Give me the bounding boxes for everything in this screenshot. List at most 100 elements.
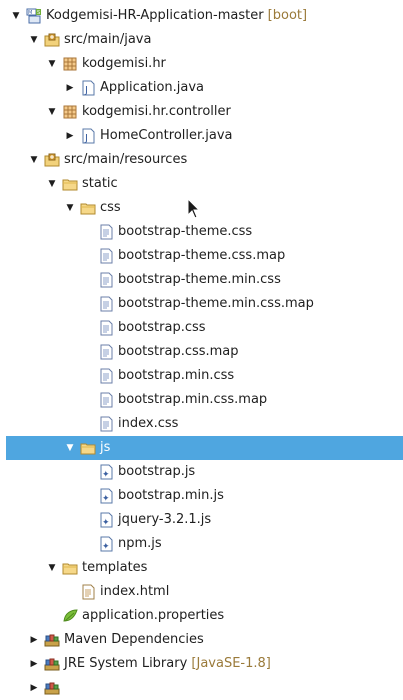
tree-item[interactable]: bootstrap.min.css.map: [0, 388, 403, 412]
tree-item-label: index.css: [118, 412, 178, 436]
tree-item-label: kodgemisi.hr: [82, 52, 166, 76]
tree-item-name: JRE System Library: [64, 656, 188, 671]
tree-item-name: bootstrap.min.js: [118, 488, 224, 503]
tree-item-name: bootstrap.min.css: [118, 368, 235, 383]
folder-icon: [80, 200, 96, 216]
chevron-right-icon[interactable]: ▶: [28, 628, 40, 652]
tree-item-label: bootstrap.css: [118, 316, 206, 340]
tree-item[interactable]: bootstrap-theme.min.css: [0, 268, 403, 292]
tree-item[interactable]: ▼ M S Kodgemisi-HR-Application-master [boot…: [0, 4, 403, 28]
svg-text:✦: ✦: [102, 494, 110, 504]
tree-item-label: index.html: [100, 580, 169, 604]
chevron-right-icon[interactable]: ▶: [28, 676, 40, 700]
chevron-down-icon[interactable]: ▼: [46, 52, 58, 76]
tree-item-label: bootstrap.min.css.map: [118, 388, 267, 412]
tree-item-name: bootstrap-theme.min.css: [118, 272, 281, 287]
tree-item-name: bootstrap-theme.min.css.map: [118, 296, 314, 311]
tree-item[interactable]: ▶ Maven Dependencies: [0, 628, 403, 652]
package-icon: [62, 104, 78, 120]
tree-item-name: js: [100, 440, 111, 455]
tree-item[interactable]: ▼ src/main/resources: [0, 148, 403, 172]
tree-item[interactable]: index.css: [0, 412, 403, 436]
text-file-icon: [98, 248, 114, 264]
svg-text:S: S: [37, 10, 40, 16]
tree-item-label: bootstrap-theme.css: [118, 220, 252, 244]
tree-item-name: bootstrap.js: [118, 464, 196, 479]
tree-item[interactable]: bootstrap.css: [0, 316, 403, 340]
tree-item[interactable]: ▼ css: [0, 196, 403, 220]
tree-item[interactable]: ✦ npm.js: [0, 532, 403, 556]
library-icon: [44, 656, 60, 672]
tree-item[interactable]: ▶ J Application.java: [0, 76, 403, 100]
tree-item-label: bootstrap.min.js: [118, 484, 224, 508]
tree-item[interactable]: ✦ jquery-3.2.1.js: [0, 508, 403, 532]
text-file-icon: [98, 224, 114, 240]
tree-item[interactable]: ▼ src/main/java: [0, 28, 403, 52]
tree-item[interactable]: ▼ templates: [0, 556, 403, 580]
tree-item-name: index.css: [118, 416, 179, 431]
chevron-down-icon[interactable]: ▼: [10, 4, 22, 28]
tree-item[interactable]: ▶ JRE System Library [JavaSE-1.8]: [0, 652, 403, 676]
tree-item-name: npm.js: [118, 536, 162, 551]
tree-item-name: jquery-3.2.1.js: [118, 512, 212, 527]
svg-text:✦: ✦: [102, 518, 110, 528]
tree-item[interactable]: bootstrap-theme.min.css.map: [0, 292, 403, 316]
library-icon: [44, 632, 60, 648]
tree-item-label: bootstrap.css.map: [118, 340, 239, 364]
tree-item[interactable]: ▼ kodgemisi.hr: [0, 52, 403, 76]
tree-item-label: jquery-3.2.1.js: [118, 508, 211, 532]
js-file-icon: ✦: [98, 512, 114, 528]
tree-item[interactable]: ▼ static: [0, 172, 403, 196]
tree-item-label: bootstrap-theme.min.css: [118, 268, 281, 292]
tree-item[interactable]: ▶: [0, 676, 403, 700]
chevron-right-icon[interactable]: ▶: [64, 124, 76, 148]
js-file-icon: ✦: [98, 536, 114, 552]
tree-item-name: bootstrap.min.css.map: [118, 392, 268, 407]
tree-item[interactable]: bootstrap.min.css: [0, 364, 403, 388]
source-folder-icon: [44, 152, 60, 168]
tree-item-decoration: [JavaSE-1.8]: [187, 656, 271, 671]
tree-item-name: kodgemisi.hr: [82, 56, 166, 71]
tree-item[interactable]: ✦ bootstrap.js: [0, 460, 403, 484]
tree-item[interactable]: bootstrap-theme.css: [0, 220, 403, 244]
tree-item[interactable]: ▶ J HomeController.java: [0, 124, 403, 148]
tree-item-name: Application.java: [100, 80, 205, 95]
tree-item-label: application.properties: [82, 604, 224, 628]
svg-text:J: J: [84, 85, 88, 96]
tree-item[interactable]: application.properties: [0, 604, 403, 628]
tree-item-name: bootstrap.css: [118, 320, 206, 335]
chevron-down-icon[interactable]: ▼: [28, 28, 40, 52]
js-file-icon: ✦: [98, 488, 114, 504]
svg-text:J: J: [84, 133, 88, 144]
tree-item-label: js: [100, 436, 110, 460]
chevron-right-icon[interactable]: ▶: [64, 76, 76, 100]
tree-item-label: JRE System Library [JavaSE-1.8]: [64, 652, 271, 676]
tree-item[interactable]: index.html: [0, 580, 403, 604]
folder-icon: [80, 440, 96, 456]
chevron-down-icon[interactable]: ▼: [46, 172, 58, 196]
text-file-icon: [98, 368, 114, 384]
svg-text:✦: ✦: [102, 470, 110, 480]
tree-item-label: bootstrap.min.css: [118, 364, 234, 388]
chevron-down-icon[interactable]: ▼: [64, 196, 76, 220]
tree-item-label: bootstrap-theme.css.map: [118, 244, 285, 268]
tree-item[interactable]: bootstrap-theme.css.map: [0, 244, 403, 268]
svg-text:M: M: [28, 10, 32, 16]
chevron-down-icon[interactable]: ▼: [28, 148, 40, 172]
tree-item[interactable]: ▼ kodgemisi.hr.controller: [0, 100, 403, 124]
chevron-down-icon[interactable]: ▼: [64, 436, 76, 460]
properties-file-icon: [62, 608, 78, 624]
js-file-icon: ✦: [98, 464, 114, 480]
tree-item-label: templates: [82, 556, 147, 580]
chevron-down-icon[interactable]: ▼: [46, 100, 58, 124]
tree-item-name: bootstrap.css.map: [118, 344, 239, 359]
tree-item-name: src/main/resources: [64, 152, 188, 167]
chevron-down-icon[interactable]: ▼: [46, 556, 58, 580]
java-file-icon: J: [80, 80, 96, 96]
tree-item-decoration: [boot]: [263, 8, 308, 23]
tree-item-name: HomeController.java: [100, 128, 233, 143]
tree-item[interactable]: bootstrap.css.map: [0, 340, 403, 364]
tree-item[interactable]: ▼ js: [6, 436, 403, 460]
tree-item[interactable]: ✦ bootstrap.min.js: [0, 484, 403, 508]
chevron-right-icon[interactable]: ▶: [28, 652, 40, 676]
